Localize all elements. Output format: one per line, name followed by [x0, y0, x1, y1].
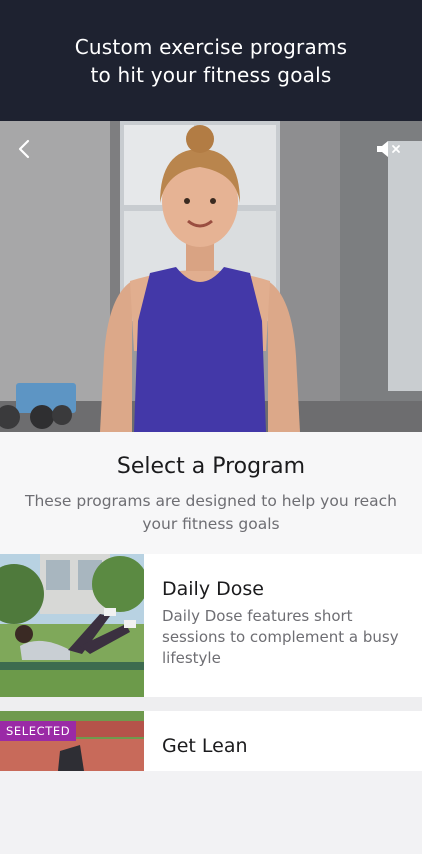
back-button[interactable]: [10, 135, 38, 163]
program-description: Daily Dose features short sessions to co…: [162, 606, 412, 669]
card-divider: [0, 697, 422, 711]
program-thumbnail: [0, 554, 144, 697]
section-title: Select a Program: [116, 454, 306, 479]
section-subtitle-line-2: your fitness goals: [142, 515, 280, 533]
section-subtitle-line-1: These programs are designed to help you …: [25, 492, 397, 510]
program-description-line-3: lifestyle: [162, 649, 221, 667]
section-subtitle: These programs are designed to help you …: [24, 490, 398, 536]
daily-dose-image: [0, 554, 144, 697]
select-program-section: Select a Program These programs are desi…: [0, 432, 422, 554]
selected-badge: SELECTED: [0, 721, 77, 741]
program-card-daily-dose[interactable]: Daily Dose Daily Dose features short ses…: [0, 554, 422, 697]
header-line-2: to hit your fitness goals: [90, 62, 332, 87]
program-title: Get Lean: [162, 735, 248, 757]
program-description-line-2: sessions to complement a busy: [162, 628, 399, 646]
program-title: Daily Dose: [162, 578, 264, 600]
chevron-left-icon: [18, 139, 30, 159]
program-card-get-lean[interactable]: SELECTED Get Lean: [0, 711, 422, 771]
program-description-line-1: Daily Dose features short: [162, 607, 353, 625]
intro-video[interactable]: [0, 121, 422, 432]
trainer-video-frame: [0, 121, 422, 432]
header-line-1: Custom exercise programs: [74, 34, 348, 59]
mute-toggle-button[interactable]: [374, 135, 404, 163]
get-lean-image: [0, 711, 144, 771]
promo-header: Custom exercise programs to hit your fit…: [0, 0, 422, 121]
speaker-muted-icon: [377, 141, 400, 157]
